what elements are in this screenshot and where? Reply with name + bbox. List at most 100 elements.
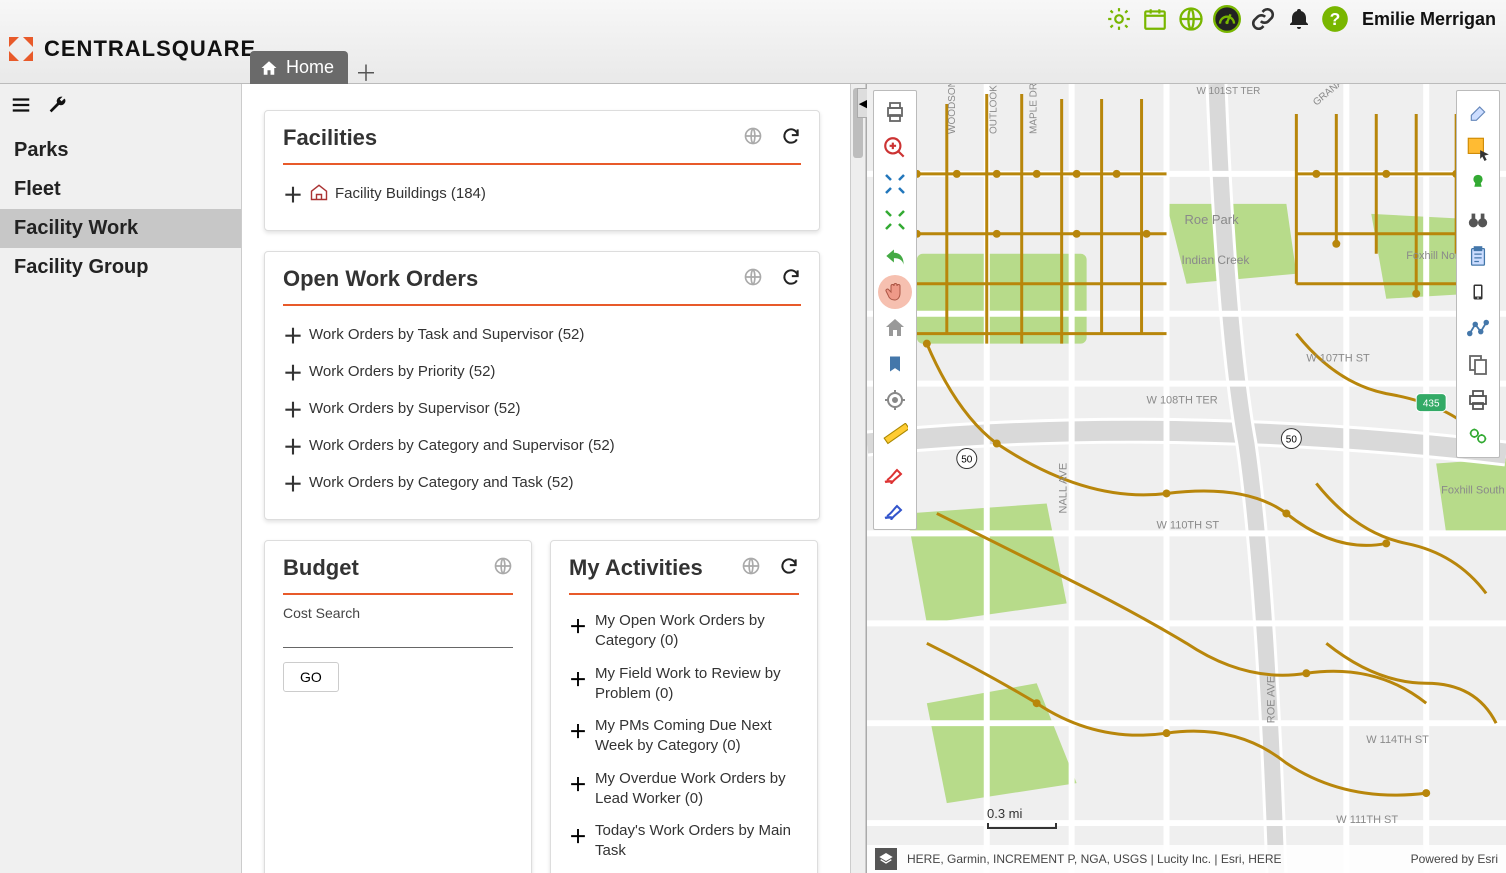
pushpin-icon[interactable]	[1461, 167, 1495, 201]
settings-gears-icon[interactable]	[1461, 419, 1495, 453]
expand-icon[interactable]: ＋	[283, 468, 303, 497]
expand-icon[interactable]: ＋	[569, 771, 587, 810]
tree-item-label[interactable]: Work Orders by Task and Supervisor (52)	[309, 326, 584, 343]
tree-item-label[interactable]: Work Orders by Supervisor (52)	[309, 400, 520, 417]
sidebar-item-parks[interactable]: Parks	[0, 131, 241, 170]
card-my-activities: My Activities ＋My Open Work Orders by Ca…	[550, 540, 818, 873]
refresh-icon[interactable]	[779, 556, 799, 581]
help-icon[interactable]: ?	[1320, 4, 1350, 34]
tree-item-label[interactable]: Work Orders by Category and Task (52)	[309, 474, 574, 491]
svg-text:W 107TH ST: W 107TH ST	[1306, 353, 1370, 365]
zoom-in-icon[interactable]	[878, 131, 912, 165]
map-attribution-text: HERE, Garmin, INCREMENT P, NGA, USGS | L…	[907, 852, 1282, 866]
map-scale: 0.3 mi	[987, 806, 1057, 829]
expand-icon[interactable]: ＋	[569, 718, 587, 757]
brand-mark-icon	[6, 34, 36, 64]
card-title: My Activities	[569, 555, 741, 581]
extent-in-icon[interactable]	[878, 167, 912, 201]
expand-icon[interactable]: ＋	[283, 320, 303, 349]
globe-icon[interactable]	[743, 267, 763, 292]
expand-icon[interactable]: ＋	[569, 666, 587, 705]
expand-icon[interactable]: ＋	[283, 431, 303, 460]
tree-item-label[interactable]: Facility Buildings (184)	[335, 185, 486, 202]
svg-text:ROE AVE: ROE AVE	[1265, 676, 1277, 723]
globe-grid-icon[interactable]	[1176, 4, 1206, 34]
back-icon[interactable]	[878, 239, 912, 273]
svg-text:50: 50	[1286, 435, 1298, 446]
hamburger-icon[interactable]	[10, 94, 32, 121]
dashboard-content: Facilities ＋ Facility Buildings (184)	[242, 84, 850, 873]
expand-icon[interactable]: ＋	[283, 357, 303, 386]
refresh-icon[interactable]	[781, 267, 801, 292]
tree-item-label[interactable]: Work Orders by Priority (52)	[309, 363, 495, 380]
brand-logo: CENTRALSQUARE	[6, 34, 256, 64]
tree-row: ＋ Facility Buildings (184)	[283, 175, 801, 212]
bookmark-icon[interactable]	[878, 347, 912, 381]
svg-text:W 108TH TER: W 108TH TER	[1147, 395, 1218, 407]
header-toolbar: ? Emilie Merrigan	[1104, 4, 1496, 34]
map-toolbar-left	[873, 90, 917, 530]
red-pen-icon[interactable]	[878, 455, 912, 489]
add-tab-button[interactable]: ＋	[354, 60, 378, 84]
measure-icon[interactable]	[878, 419, 912, 453]
card-budget: Budget Cost Search GO	[264, 540, 532, 873]
link-icon[interactable]	[1248, 4, 1278, 34]
globe-icon[interactable]	[493, 556, 513, 581]
eraser-icon[interactable]	[1461, 95, 1495, 129]
activity-label[interactable]: My Field Work to Review by Problem (0)	[595, 664, 799, 705]
sidebar-item-facility-work[interactable]: Facility Work	[0, 209, 241, 248]
gear-icon[interactable]	[1104, 4, 1134, 34]
clipboard-icon[interactable]	[1461, 239, 1495, 273]
tree-item-label[interactable]: Work Orders by Category and Supervisor (…	[309, 437, 615, 454]
map-panel: ◀	[866, 84, 1506, 873]
home-extent-icon[interactable]	[878, 311, 912, 345]
activity-label[interactable]: My Overdue Work Orders by Lead Worker (0…	[595, 769, 799, 810]
svg-text:Indian Creek: Indian Creek	[1182, 253, 1250, 267]
polyline-icon[interactable]	[1461, 311, 1495, 345]
extent-out-icon[interactable]	[878, 203, 912, 237]
layers-icon[interactable]	[875, 848, 897, 870]
go-button[interactable]: GO	[283, 662, 339, 692]
expand-icon[interactable]: ＋	[569, 613, 587, 652]
svg-text:W 114TH ST: W 114TH ST	[1366, 734, 1429, 746]
svg-text:W 101ST TER: W 101ST TER	[1196, 86, 1260, 97]
refresh-icon[interactable]	[781, 126, 801, 151]
cost-search-label: Cost Search	[283, 605, 513, 621]
svg-text:OUTLOOK DR: OUTLOOK DR	[989, 84, 1000, 134]
copy-icon[interactable]	[1461, 347, 1495, 381]
content-scrollbar[interactable]	[850, 84, 866, 873]
printer-icon[interactable]	[1461, 383, 1495, 417]
sidebar-item-label: Facility Group	[14, 256, 148, 278]
svg-text:?: ?	[1330, 9, 1341, 29]
user-name[interactable]: Emilie Merrigan	[1362, 9, 1496, 30]
card-title: Open Work Orders	[283, 266, 743, 292]
dashboard-icon[interactable]	[1212, 4, 1242, 34]
globe-icon[interactable]	[741, 556, 761, 581]
select-layer-icon[interactable]	[1461, 131, 1495, 165]
calendar-icon[interactable]	[1140, 4, 1170, 34]
expand-icon[interactable]: ＋	[283, 179, 303, 208]
pan-hand-icon[interactable]	[878, 275, 912, 309]
wrench-icon[interactable]	[46, 94, 68, 121]
activity-label[interactable]: Today's Work Orders by Main Task	[595, 821, 799, 862]
sidebar-item-fleet[interactable]: Fleet	[0, 170, 241, 209]
home-icon	[260, 59, 278, 77]
activity-label[interactable]: My Open Work Orders by Category (0)	[595, 611, 799, 652]
globe-icon[interactable]	[743, 126, 763, 151]
binoculars-icon[interactable]	[1461, 203, 1495, 237]
map-scale-label: 0.3 mi	[987, 806, 1022, 821]
locate-icon[interactable]	[878, 383, 912, 417]
svg-text:W 111TH ST: W 111TH ST	[1336, 814, 1398, 826]
tab-home[interactable]: Home	[250, 51, 348, 84]
activity-label[interactable]: My PMs Coming Due Next Week by Category …	[595, 716, 799, 757]
sidebar-item-facility-group[interactable]: Facility Group	[0, 248, 241, 287]
expand-icon[interactable]: ＋	[569, 823, 587, 862]
cost-search-input[interactable]	[283, 623, 513, 648]
mobile-icon[interactable]	[1461, 275, 1495, 309]
print-icon[interactable]	[878, 95, 912, 129]
expand-icon[interactable]: ＋	[283, 394, 303, 423]
bell-icon[interactable]	[1284, 4, 1314, 34]
map-canvas[interactable]: Roe Park Indian Creek Foxhill North Park…	[867, 84, 1506, 873]
building-icon	[309, 182, 329, 206]
blue-pen-icon[interactable]	[878, 491, 912, 525]
